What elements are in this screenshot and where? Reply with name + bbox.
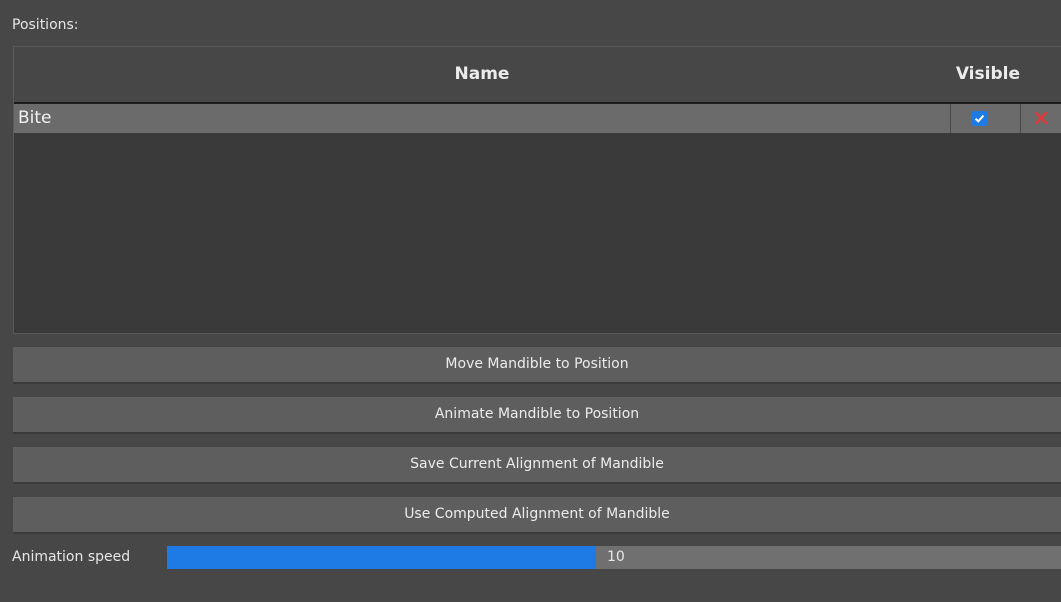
column-header-name[interactable]: Name [14,47,950,102]
table-header: Name Visible [14,47,1061,104]
row-name-cell[interactable]: Bite [18,104,52,133]
slider-value: 10 [607,549,625,565]
animation-speed-slider[interactable]: 10 [167,546,1061,569]
save-alignment-button[interactable]: Save Current Alignment of Mandible [13,447,1061,484]
delete-icon[interactable] [1032,109,1050,127]
visible-checkbox[interactable] [972,111,987,126]
move-mandible-button[interactable]: Move Mandible to Position [13,347,1061,384]
table-row[interactable]: Bite [14,104,1061,133]
positions-label: Positions: [12,17,79,33]
positions-panel: Positions: Name Visible Bite Move Mandib… [0,0,1061,602]
slider-fill [167,546,596,569]
use-computed-alignment-button[interactable]: Use Computed Alignment of Mandible [13,497,1061,534]
checkmark-icon [974,114,985,123]
column-header-visible[interactable]: Visible [956,47,1020,102]
animation-speed-label: Animation speed [12,549,131,565]
positions-table[interactable]: Name Visible Bite [13,46,1061,334]
animate-mandible-button[interactable]: Animate Mandible to Position [13,397,1061,434]
row-divider [950,104,951,133]
row-divider [1020,104,1021,133]
column-header-visible-clip: Visible [956,47,1020,102]
